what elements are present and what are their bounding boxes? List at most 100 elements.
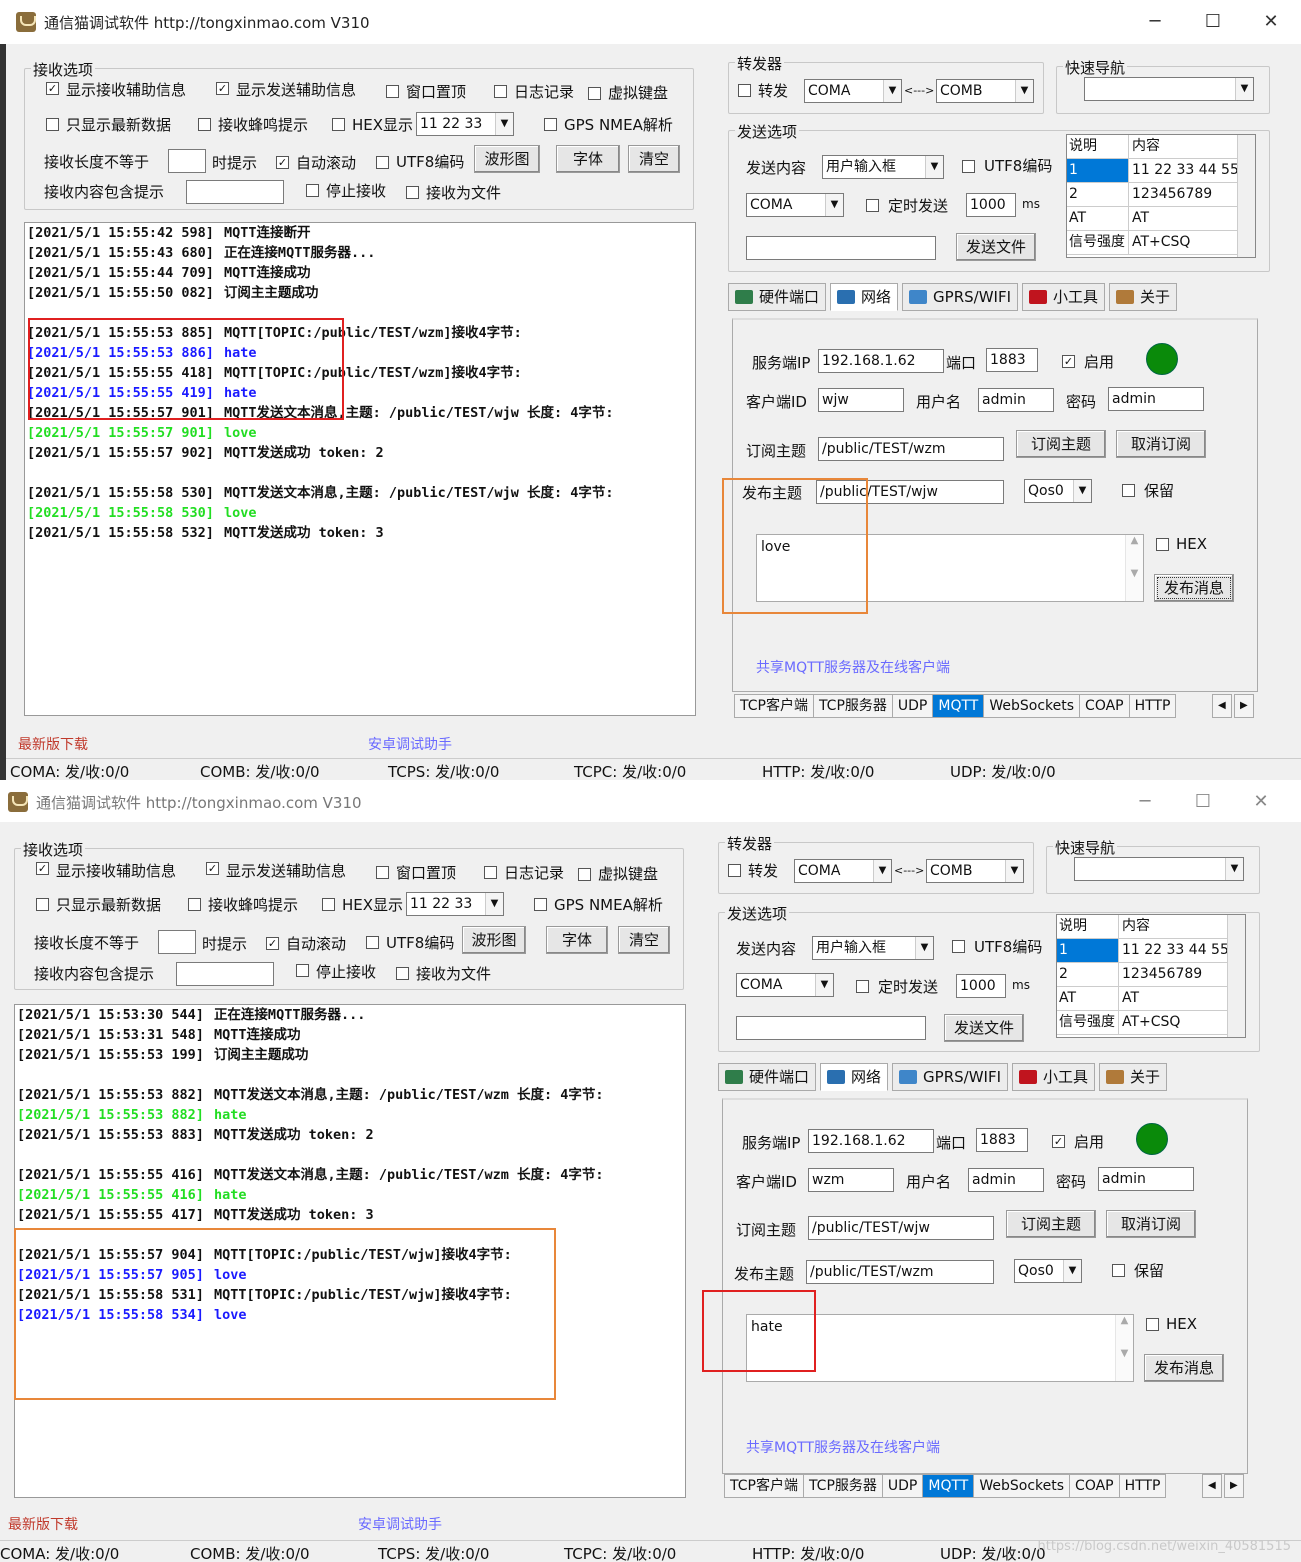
forward-port-b-select[interactable]: COMB ▼	[926, 859, 1024, 883]
android-link[interactable]: 安卓调试助手	[368, 734, 452, 754]
table-row[interactable]: 信号强度 AT+CSQ	[1067, 231, 1255, 255]
recv-file-checkbox[interactable]	[396, 967, 409, 980]
protocol-tab[interactable]: HTTP	[1118, 1474, 1167, 1498]
protocol-tab[interactable]: WebSockets	[983, 694, 1081, 718]
android-link[interactable]: 安卓调试助手	[358, 1514, 442, 1534]
protocol-tab[interactable]: TCP客户端	[734, 694, 814, 718]
port-input[interactable]: 1883	[976, 1128, 1028, 1152]
tab-network[interactable]: 网络	[820, 1063, 889, 1091]
forward-port-a-select[interactable]: COMA ▼	[794, 859, 892, 883]
log-record-checkbox[interactable]	[494, 85, 507, 98]
send-input[interactable]	[746, 236, 936, 260]
username-input[interactable]: admin	[978, 388, 1054, 412]
show-send-aux-checkbox[interactable]: ✓	[206, 862, 219, 875]
unsubscribe-button[interactable]: 取消订阅	[1116, 430, 1206, 458]
receive-log[interactable]: [2021/5/1 15:55:42 598] MQTT连接断开 [2021/5/1…	[24, 222, 696, 716]
textarea-scrollbar[interactable]: ▲ ▼	[1125, 535, 1143, 601]
send-port-select[interactable]: COMA ▼	[746, 193, 844, 217]
subscribe-topic-input[interactable]: /public/TEST/wzm	[818, 437, 1004, 461]
tab-scroll-left-icon[interactable]: ◀	[1202, 1474, 1222, 1498]
log-record-checkbox[interactable]	[484, 866, 497, 879]
utf8-checkbox[interactable]	[366, 936, 379, 949]
protocol-tab[interactable]: TCP服务器	[802, 1474, 883, 1498]
receive-log[interactable]: [2021/5/1 15:53:30 544] 正在连接MQTT服务器... [20…	[14, 1004, 686, 1498]
send-utf8-checkbox[interactable]	[952, 940, 965, 953]
show-send-aux-checkbox[interactable]: ✓	[216, 82, 229, 95]
publish-message-textarea[interactable]: hate ▲ ▼	[746, 1314, 1134, 1382]
hex-checkbox[interactable]	[1156, 538, 1169, 551]
beep-checkbox[interactable]	[188, 898, 201, 911]
subscribe-topic-input[interactable]: /public/TEST/wjw	[808, 1216, 994, 1240]
send-port-select[interactable]: COMA ▼	[736, 973, 834, 997]
subscribe-button[interactable]: 订阅主题	[1006, 1210, 1096, 1238]
enable-checkbox[interactable]: ✓	[1052, 1135, 1065, 1148]
server-ip-input[interactable]: 192.168.1.62	[818, 349, 944, 373]
show-recv-aux-checkbox[interactable]: ✓	[46, 82, 59, 95]
protocol-tab[interactable]: MQTT	[922, 1474, 975, 1498]
font-button[interactable]: 字体	[556, 145, 620, 173]
table-row[interactable]: 1 11 22 33 44 55	[1067, 159, 1255, 183]
hex-checkbox[interactable]	[1146, 1318, 1159, 1331]
send-utf8-checkbox[interactable]	[962, 160, 975, 173]
subscribe-button[interactable]: 订阅主题	[1016, 430, 1106, 458]
contains-input[interactable]	[186, 180, 284, 204]
maximize-icon[interactable]: ☐	[1184, 0, 1242, 44]
tab-network[interactable]: 网络	[830, 283, 899, 311]
password-input[interactable]: admin	[1108, 387, 1204, 411]
protocol-tab[interactable]: UDP	[891, 694, 934, 718]
forward-checkbox[interactable]	[738, 84, 751, 97]
publish-topic-input[interactable]: /public/TEST/wjw	[816, 480, 1004, 504]
virtual-kb-checkbox[interactable]	[588, 87, 601, 100]
title-bar[interactable]: 通信猫调试软件 http://tongxinmao.com V310 ─ ☐ ✕	[0, 0, 1301, 44]
hex-value-select[interactable]: 11 22 33 ▼	[416, 112, 514, 136]
win-top-checkbox[interactable]	[386, 85, 399, 98]
tab-gprs-wifi[interactable]: GPRS/WIFI	[902, 283, 1019, 311]
forward-port-b-select[interactable]: COMB ▼	[936, 79, 1034, 103]
minimize-icon[interactable]: ─	[1116, 782, 1174, 822]
forward-port-a-select[interactable]: COMA ▼	[804, 79, 902, 103]
quick-send-table[interactable]: 说明 内容 1 11 22 33 44 55 2 123456789 AT AT 信号强度 AT+…	[1056, 914, 1246, 1038]
publish-message-textarea[interactable]: love ▲ ▼	[756, 534, 1144, 602]
wave-button[interactable]: 波形图	[462, 926, 526, 954]
tab-gprs-wifi[interactable]: GPRS/WIFI	[892, 1063, 1009, 1091]
protocol-tab[interactable]: COAP	[1079, 694, 1130, 718]
len-ne-input[interactable]	[168, 149, 206, 173]
virtual-kb-checkbox[interactable]	[578, 868, 591, 881]
username-input[interactable]: admin	[968, 1168, 1044, 1192]
protocol-tab[interactable]: UDP	[881, 1474, 924, 1498]
protocol-tab[interactable]: HTTP	[1128, 694, 1177, 718]
table-row[interactable]: 2 123456789	[1057, 963, 1245, 987]
forward-checkbox[interactable]	[728, 864, 741, 877]
table-row[interactable]: AT AT	[1067, 207, 1255, 231]
table-row[interactable]: 1 11 22 33 44 55	[1057, 939, 1245, 963]
recv-file-checkbox[interactable]	[406, 186, 419, 199]
protocol-tab[interactable]: TCP客户端	[724, 1474, 804, 1498]
tab-tools[interactable]: 小工具	[1022, 283, 1106, 311]
tab-hardware-port[interactable]: 硬件端口	[728, 283, 827, 311]
publish-button[interactable]: 发布消息	[1144, 1354, 1224, 1382]
maximize-icon[interactable]: ☐	[1174, 782, 1232, 822]
protocol-tab[interactable]: TCP服务器	[812, 694, 893, 718]
qos-select[interactable]: Qos0 ▼	[1014, 1259, 1082, 1283]
utf8-checkbox[interactable]	[376, 156, 389, 169]
protocol-tab[interactable]: COAP	[1069, 1474, 1120, 1498]
send-content-select[interactable]: 用户输入框 ▼	[812, 936, 934, 960]
title-bar[interactable]: 通信猫调试软件 http://tongxinmao.com V310 ─ ☐ ✕	[0, 782, 1301, 822]
password-input[interactable]: admin	[1098, 1167, 1194, 1191]
tab-tools[interactable]: 小工具	[1012, 1063, 1096, 1091]
gps-checkbox[interactable]	[544, 118, 557, 131]
font-button[interactable]: 字体	[546, 926, 608, 954]
publish-button[interactable]: 发布消息	[1154, 574, 1234, 602]
table-row[interactable]: 2 123456789	[1067, 183, 1255, 207]
clear-button[interactable]: 清空	[628, 145, 680, 173]
stop-recv-checkbox[interactable]	[296, 964, 309, 977]
quick-nav-select[interactable]: ▼	[1074, 857, 1244, 881]
table-scrollbar[interactable]	[1227, 915, 1245, 1037]
contains-input[interactable]	[176, 962, 274, 986]
share-mqtt-link[interactable]: 共享MQTT服务器及在线客户端	[756, 657, 950, 677]
protocol-tab[interactable]: MQTT	[932, 694, 985, 718]
quick-nav-select[interactable]: ▼	[1084, 77, 1254, 101]
only-latest-checkbox[interactable]	[46, 118, 59, 131]
only-latest-checkbox[interactable]	[36, 898, 49, 911]
retain-checkbox[interactable]	[1112, 1264, 1125, 1277]
